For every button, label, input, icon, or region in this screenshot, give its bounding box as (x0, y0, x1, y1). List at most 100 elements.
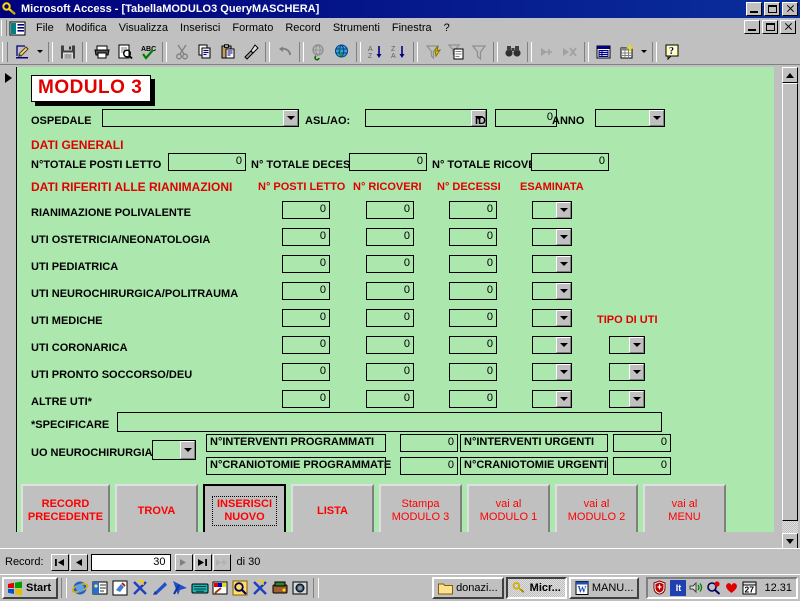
print-preview-icon[interactable] (113, 41, 136, 63)
anno-combo[interactable] (595, 109, 665, 127)
stampa-modulo-3-button[interactable]: Stampa MODULO 3 (379, 484, 462, 532)
chevron-down-icon[interactable] (649, 110, 664, 126)
new-record-icon[interactable] (535, 41, 558, 63)
pointer-icon[interactable] (171, 579, 189, 597)
chevron-down-icon[interactable] (283, 110, 298, 126)
scanner-icon[interactable] (271, 579, 289, 597)
menu-strumenti[interactable]: Strumenti (327, 20, 386, 36)
row-posti-field[interactable]: 0 (282, 390, 330, 408)
previous-record-button[interactable] (69, 553, 88, 571)
new-record-button[interactable] (212, 553, 231, 571)
row-ricoveri-field[interactable]: 0 (366, 336, 414, 354)
menu-finestra[interactable]: Finestra (386, 20, 438, 36)
chevron-down-icon[interactable] (556, 256, 571, 272)
calendar-icon[interactable]: 27 (742, 580, 758, 596)
row-tipo-uti-combo[interactable] (609, 390, 645, 408)
chevron-down-icon[interactable] (556, 283, 571, 299)
row-posti-field[interactable]: 0 (282, 309, 330, 327)
row-posti-field[interactable]: 0 (282, 363, 330, 381)
help-icon[interactable]: ? (660, 41, 683, 63)
specificare-field[interactable] (117, 412, 662, 432)
trova-button[interactable]: TROVA (115, 484, 198, 532)
print-icon[interactable] (90, 41, 113, 63)
vai-al-modulo-2-button[interactable]: vai al MODULO 2 (555, 484, 638, 532)
row-decessi-field[interactable]: 0 (449, 309, 497, 327)
chevron-down-icon[interactable] (556, 310, 571, 326)
show-desktop-icon[interactable] (111, 579, 129, 597)
scroll-down-button[interactable] (782, 533, 798, 549)
chevron-down-icon[interactable] (556, 391, 571, 407)
row-esaminata-combo[interactable] (532, 390, 572, 408)
row-esaminata-combo[interactable] (532, 255, 572, 273)
paste-icon[interactable] (216, 41, 239, 63)
chevron-down-icon[interactable] (556, 364, 571, 380)
filter-by-form-icon[interactable] (444, 41, 467, 63)
vai-al-modulo-1-button[interactable]: vai al MODULO 1 (467, 484, 550, 532)
keyboard-layout-icon[interactable]: It (670, 580, 687, 596)
view-design-icon[interactable] (11, 41, 34, 63)
menu-modifica[interactable]: Modifica (60, 20, 113, 36)
camera-icon[interactable] (291, 579, 309, 597)
row-esaminata-combo[interactable] (532, 228, 572, 246)
row-esaminata-combo[interactable] (532, 363, 572, 381)
paint-icon[interactable] (211, 579, 229, 597)
new-object-icon[interactable] (615, 41, 638, 63)
taskbar-item-word[interactable]: W MANU... (568, 577, 640, 599)
volume-icon[interactable] (688, 580, 704, 596)
row-decessi-field[interactable]: 0 (449, 201, 497, 219)
scanner-monitor-icon[interactable] (706, 580, 722, 596)
row-posti-field[interactable]: 0 (282, 201, 330, 219)
shortcut-icon[interactable] (131, 579, 149, 597)
start-button[interactable]: Start (2, 577, 59, 599)
row-decessi-field[interactable]: 0 (449, 390, 497, 408)
view-dropdown-arrow-icon[interactable] (34, 41, 45, 63)
taskbar-item-access[interactable]: Micr... (505, 577, 567, 599)
internet-explorer-icon[interactable] (71, 579, 89, 597)
row-decessi-field[interactable]: 0 (449, 255, 497, 273)
row-esaminata-combo[interactable] (532, 282, 572, 300)
scroll-up-button[interactable] (782, 67, 798, 83)
clock[interactable]: 12.31 (764, 582, 792, 594)
sort-ascending-icon[interactable]: A Z (364, 41, 387, 63)
row-esaminata-combo[interactable] (532, 336, 572, 354)
antivirus-icon[interactable] (652, 580, 668, 596)
row-ricoveri-field[interactable]: 0 (366, 201, 414, 219)
chevron-down-icon[interactable] (556, 202, 571, 218)
id-field[interactable]: 0 (495, 109, 557, 127)
chevron-down-icon[interactable] (556, 229, 571, 245)
chevron-down-icon[interactable] (629, 337, 644, 353)
row-tipo-uti-combo[interactable] (609, 363, 645, 381)
restore-button[interactable] (764, 2, 780, 16)
menu-formato[interactable]: Formato (226, 20, 279, 36)
save-icon[interactable] (56, 41, 79, 63)
apply-filter-icon[interactable] (467, 41, 490, 63)
row-ricoveri-field[interactable]: 0 (366, 228, 414, 246)
last-record-button[interactable] (193, 553, 212, 571)
first-record-button[interactable] (50, 553, 69, 571)
totale-posti-letto-field[interactable]: 0 (168, 153, 246, 171)
row-decessi-field[interactable]: 0 (449, 228, 497, 246)
totale-ricoveri-field[interactable]: 0 (531, 153, 609, 171)
inserisci-nuovo-button[interactable]: INSERISCI NUOVO (203, 484, 286, 532)
row-ricoveri-field[interactable]: 0 (366, 255, 414, 273)
menu-inserisci[interactable]: Inserisci (174, 20, 226, 36)
totale-decessi-field[interactable]: 0 (349, 153, 427, 171)
row-ricoveri-field[interactable]: 0 (366, 282, 414, 300)
undo-icon[interactable] (273, 41, 296, 63)
row-decessi-field[interactable]: 0 (449, 282, 497, 300)
next-record-button[interactable] (174, 553, 193, 571)
keyboard-icon[interactable] (191, 579, 209, 597)
menu-record[interactable]: Record (279, 20, 326, 36)
row-esaminata-combo[interactable] (532, 201, 572, 219)
document-close-button[interactable] (780, 20, 796, 34)
cut-icon[interactable] (170, 41, 193, 63)
pinned-icon[interactable] (151, 579, 169, 597)
row-ricoveri-field[interactable]: 0 (366, 390, 414, 408)
chevron-down-icon[interactable] (556, 337, 571, 353)
row-posti-field[interactable]: 0 (282, 336, 330, 354)
form-view-icon[interactable] (9, 20, 26, 36)
delete-record-icon[interactable] (558, 41, 581, 63)
taskbar-item-donazi[interactable]: donazi... (432, 577, 504, 599)
row-decessi-field[interactable]: 0 (449, 363, 497, 381)
close-button[interactable] (782, 2, 798, 16)
